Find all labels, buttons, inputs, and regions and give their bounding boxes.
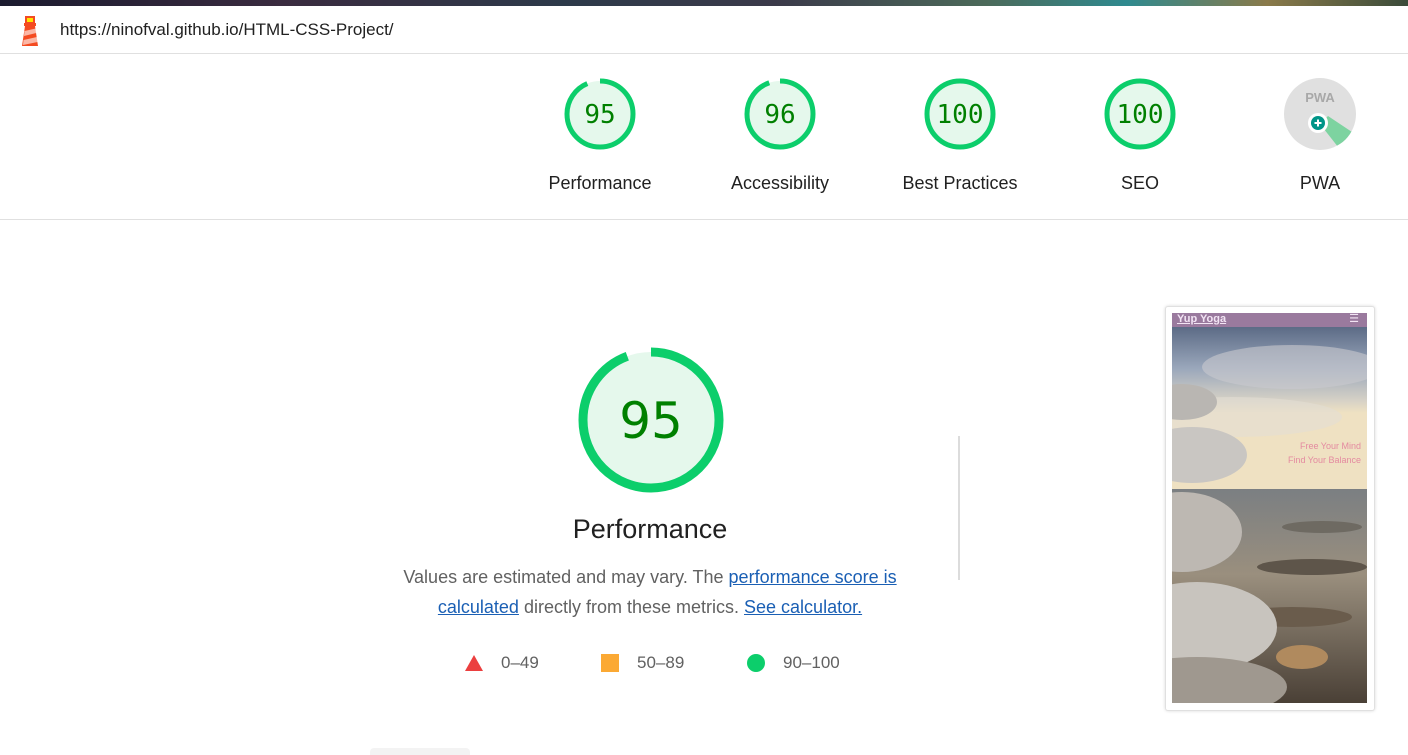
score-seo[interactable]: 100 SEO xyxy=(1070,76,1210,194)
legend-fail: 0–49 xyxy=(464,652,539,674)
section-title: Performance xyxy=(572,514,728,544)
gauge-value: 96 xyxy=(764,100,795,130)
legend-range: 0–49 xyxy=(501,653,539,672)
desc-text: directly from these metrics. xyxy=(518,597,745,617)
legend-range: 50–89 xyxy=(637,653,685,672)
best-practices-gauge: 100 xyxy=(924,78,996,150)
see-calculator-link[interactable]: See calculator. xyxy=(744,597,862,617)
legend-average: 50–89 xyxy=(600,652,684,674)
main-gauge-value: 95 xyxy=(619,392,683,450)
screenshot-brand: Yup Yoga xyxy=(1177,313,1227,325)
report-url-link[interactable]: https://ninofval.github.io/HTML-CSS-Proj… xyxy=(60,20,394,40)
report-url-bar: https://ninofval.github.io/HTML-CSS-Proj… xyxy=(0,6,1408,54)
desc-text: Values are estimated and may vary. The xyxy=(403,567,729,587)
seo-gauge: 100 xyxy=(1104,78,1176,150)
stacked-stones-beach-image xyxy=(1172,327,1367,703)
performance-gauge: 95 xyxy=(564,78,636,150)
gauge-label: PWA xyxy=(1299,173,1341,193)
gauge-value: 100 xyxy=(1117,100,1164,130)
accessibility-gauge: 96 xyxy=(744,78,816,150)
gauge-label: Accessibility xyxy=(730,173,830,193)
score-performance[interactable]: 95 Performance xyxy=(530,76,670,194)
svg-text:PWA: PWA xyxy=(1305,90,1335,105)
pass-circle-icon xyxy=(747,654,765,672)
performance-main-gauge: 95 xyxy=(578,347,724,493)
screenshot-tagline-1: Free Your Mind xyxy=(1299,441,1361,451)
gauge-label: Performance xyxy=(548,173,652,193)
section-divider xyxy=(958,436,960,580)
hamburger-menu-icon: ☰ xyxy=(1349,313,1359,325)
page-screenshot: Yup Yoga ☰ Free Your Mind Find Your Bala… xyxy=(1172,313,1367,703)
score-pwa[interactable]: PWA PWA xyxy=(1250,76,1390,194)
gauge-label: SEO xyxy=(1120,173,1159,193)
score-accessibility[interactable]: 96 Accessibility xyxy=(710,76,850,194)
fail-triangle-icon xyxy=(465,655,483,671)
gauge-value: 95 xyxy=(584,100,615,130)
score-best-practices[interactable]: 100 Best Practices xyxy=(890,76,1030,194)
screenshot-navbar: Yup Yoga ☰ xyxy=(1172,313,1367,327)
next-section-hint xyxy=(370,748,470,755)
screenshot-tagline-2: Find Your Balance xyxy=(1287,455,1361,465)
category-scores: 95 Performance 96 Accessibility 100 Best… xyxy=(0,54,1408,220)
score-legend: 0–49 50–89 90–100 xyxy=(464,652,904,674)
gauge-value: 100 xyxy=(937,100,984,130)
pwa-badge-icon: PWA xyxy=(1284,78,1356,150)
lighthouse-logo-icon xyxy=(22,16,38,46)
metrics-description: Values are estimated and may vary. The p… xyxy=(390,562,910,622)
final-screenshot[interactable]: Yup Yoga ☰ Free Your Mind Find Your Bala… xyxy=(1165,306,1375,711)
gauge-label: Best Practices xyxy=(902,173,1018,193)
legend-pass: 90–100 xyxy=(746,652,840,674)
legend-range: 90–100 xyxy=(783,653,840,672)
average-square-icon xyxy=(601,654,619,672)
